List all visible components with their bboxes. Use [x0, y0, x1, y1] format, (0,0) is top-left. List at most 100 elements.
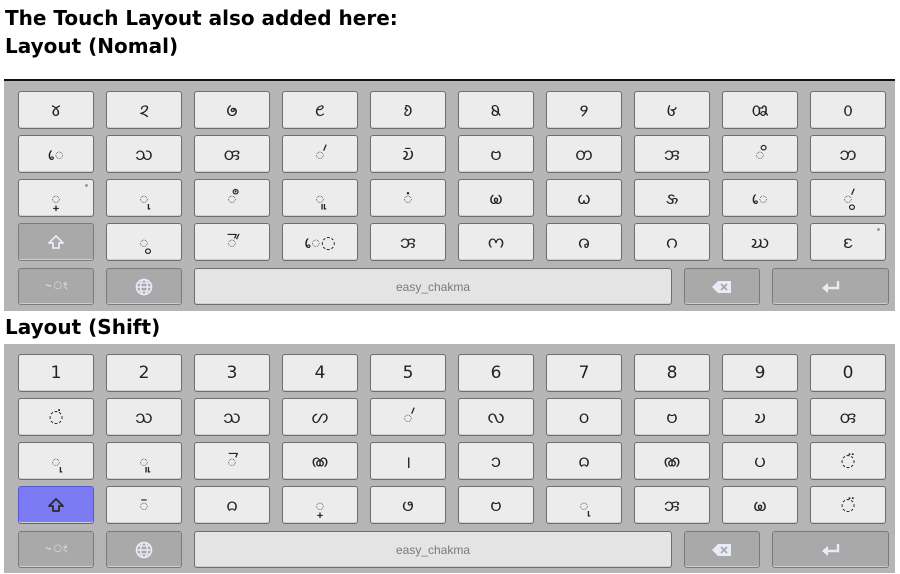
- key-normal-r2-c2[interactable]: 𑄥: [106, 135, 182, 173]
- key-label: 𑄻: [403, 101, 413, 121]
- key-shift-r1-c7[interactable]: 7: [546, 354, 622, 392]
- space-bar[interactable]: easy_chakma: [194, 531, 672, 568]
- key-normal-r3-c9[interactable]: ◌𑄬: [722, 179, 798, 217]
- enter-key[interactable]: [772, 268, 889, 305]
- key-shift-r4-c7[interactable]: ◌𑄪: [546, 486, 622, 524]
- key-shift-r1-c9[interactable]: 9: [722, 354, 798, 392]
- key-normal-r2-c1[interactable]: 𑄬: [18, 135, 94, 173]
- key-shift-r3-c5[interactable]: ।: [370, 442, 446, 480]
- key-shift-r2-c7[interactable]: 𑄤: [546, 398, 622, 436]
- key-label: 9: [754, 363, 766, 383]
- key-shift-r3-c4[interactable]: 𑄚: [282, 442, 358, 480]
- key-shift-r1-c3[interactable]: 3: [194, 354, 270, 392]
- key-shift-r3-c10[interactable]: ◌̈: [810, 442, 886, 480]
- key-normal-r4-c2[interactable]: 𑄱: [106, 223, 182, 261]
- key-shift-r2-c6[interactable]: 𑄣: [458, 398, 534, 436]
- key-normal-r1-c6[interactable]: 𑄼: [458, 91, 534, 129]
- key-normal-r2-c3[interactable]: 𑄢: [194, 135, 270, 173]
- key-normal-r2-c7[interactable]: 𑄖: [546, 135, 622, 173]
- key-normal-r1-c3[interactable]: 𑄹: [194, 91, 270, 129]
- key-normal-r1-c4[interactable]: 𑄺: [282, 91, 358, 129]
- key-shift-r2-c2[interactable]: 𑄥: [106, 398, 182, 436]
- key-normal-r2-c5[interactable]: 𑄌𑄴: [370, 135, 446, 173]
- key-shift-r3-c8[interactable]: 𑄚: [634, 442, 710, 480]
- key-shift-r2-c10[interactable]: 𑄢: [810, 398, 886, 436]
- key-shift-r4-c4[interactable]: ◌𑄳: [282, 486, 358, 524]
- key-normal-r4-c9[interactable]: 𑄊: [722, 223, 798, 261]
- key-normal-r1-c10[interactable]: 𑄶: [810, 91, 886, 129]
- space-bar[interactable]: easy_chakma: [194, 268, 672, 305]
- key-normal-r2-c9[interactable]: ◌𑄨: [722, 135, 798, 173]
- key-normal-r3-c7[interactable]: 𑄠: [546, 179, 622, 217]
- key-shift-r4-c8[interactable]: 𑄞: [634, 486, 710, 524]
- key-shift-r1-c8[interactable]: 8: [634, 354, 710, 392]
- globe-key[interactable]: [106, 268, 182, 305]
- key-normal-r3-c5[interactable]: ◌𑄁: [370, 179, 446, 217]
- key-normal-r4-c3[interactable]: ◌𑄰: [194, 223, 270, 261]
- key-normal-r2-c4[interactable]: ◌𑄧: [282, 135, 358, 173]
- key-normal-r2-c8[interactable]: 𑄞: [634, 135, 710, 173]
- key-label: ◌𑄰: [226, 233, 238, 253]
- key-shift-r2-c4[interactable]: 𑄦: [282, 398, 358, 436]
- key-shift-r2-c1[interactable]: ◌̇: [18, 398, 94, 436]
- language-switch-key[interactable]: ~ং: [18, 268, 94, 305]
- key-normal-r3-c1[interactable]: ◌𑄳: [18, 179, 94, 217]
- key-shift-r4-c3[interactable]: 𑄙: [194, 486, 270, 524]
- key-normal-r4-c10[interactable]: 𑄋: [810, 223, 886, 261]
- key-label: 𑄺: [314, 101, 326, 121]
- key-label: ◌̈: [840, 451, 856, 471]
- key-normal-r1-c1[interactable]: 𑄷: [18, 91, 94, 129]
- language-switch-key[interactable]: ~ং: [18, 531, 94, 568]
- key-shift-r4-c9[interactable]: 𑄟: [722, 486, 798, 524]
- key-normal-r3-c4[interactable]: ◌𑄫: [282, 179, 358, 217]
- key-shift-r3-c6[interactable]: 𑄘: [458, 442, 534, 480]
- globe-icon: [135, 541, 153, 558]
- shift-key[interactable]: [18, 223, 94, 261]
- key-normal-r3-c6[interactable]: 𑄟: [458, 179, 534, 217]
- key-shift-r4-c10[interactable]: ◌̈: [810, 486, 886, 524]
- key-normal-r1-c8[interactable]: 𑄾: [634, 91, 710, 129]
- key-normal-r3-c10[interactable]: ◌𑄮: [810, 179, 886, 217]
- enter-key[interactable]: [772, 531, 889, 568]
- key-normal-r1-c2[interactable]: 𑄸: [106, 91, 182, 129]
- key-shift-r2-c5[interactable]: 𑄧: [370, 398, 446, 436]
- key-shift-r2-c3[interactable]: 𑄥: [194, 398, 270, 436]
- key-shift-r1-c4[interactable]: 4: [282, 354, 358, 392]
- key-normal-r4-c4[interactable]: 𑄬◌: [282, 223, 358, 261]
- key-shift-r2-c8[interactable]: 𑄝: [634, 398, 710, 436]
- globe-key[interactable]: [106, 531, 182, 568]
- shift-arrow-icon: [48, 498, 64, 512]
- key-label: ◌𑄳: [314, 496, 326, 516]
- key-shift-r1-c5[interactable]: 5: [370, 354, 446, 392]
- backspace-key[interactable]: [684, 531, 760, 568]
- key-normal-r3-c3[interactable]: ◌𑄩: [194, 179, 270, 217]
- key-shift-r1-c1[interactable]: 1: [18, 354, 94, 392]
- key-normal-r4-c8[interactable]: 𑄉: [634, 223, 710, 261]
- shift-key[interactable]: [18, 486, 94, 524]
- key-normal-r2-c6[interactable]: 𑄝: [458, 135, 534, 173]
- key-shift-r3-c7[interactable]: 𑄙: [546, 442, 622, 480]
- key-normal-r3-c2[interactable]: ◌𑄪: [106, 179, 182, 217]
- key-shift-r4-c2[interactable]: 𑄴: [106, 486, 182, 524]
- key-shift-r2-c9[interactable]: 𑄌: [722, 398, 798, 436]
- key-normal-r2-c10[interactable]: 𑄃: [810, 135, 886, 173]
- key-normal-r3-c8[interactable]: 𑄡: [634, 179, 710, 217]
- key-shift-r3-c2[interactable]: ◌𑄫: [106, 442, 182, 480]
- key-shift-r1-c2[interactable]: 2: [106, 354, 182, 392]
- key-normal-r4-c7[interactable]: 𑄈: [546, 223, 622, 261]
- key-normal-r4-c5[interactable]: 𑄞: [370, 223, 446, 261]
- key-label: 𑄉: [665, 233, 679, 253]
- key-shift-r1-c6[interactable]: 6: [458, 354, 534, 392]
- key-shift-r3-c1[interactable]: ◌𑄪: [18, 442, 94, 480]
- key-shift-r4-c6[interactable]: 𑄝: [458, 486, 534, 524]
- key-normal-r4-c6[interactable]: 𑄇: [458, 223, 534, 261]
- key-normal-r1-c5[interactable]: 𑄻: [370, 91, 446, 129]
- key-shift-r3-c3[interactable]: ◌𑄭: [194, 442, 270, 480]
- key-shift-r3-c9[interactable]: 𑄛: [722, 442, 798, 480]
- key-normal-r1-c7[interactable]: 𑄽: [546, 91, 622, 129]
- key-normal-r1-c9[interactable]: 𑄿: [722, 91, 798, 129]
- backspace-key[interactable]: [684, 268, 760, 305]
- globe-icon: [135, 278, 153, 295]
- key-shift-r4-c5[interactable]: 𑄜: [370, 486, 446, 524]
- key-shift-r1-c10[interactable]: 0: [810, 354, 886, 392]
